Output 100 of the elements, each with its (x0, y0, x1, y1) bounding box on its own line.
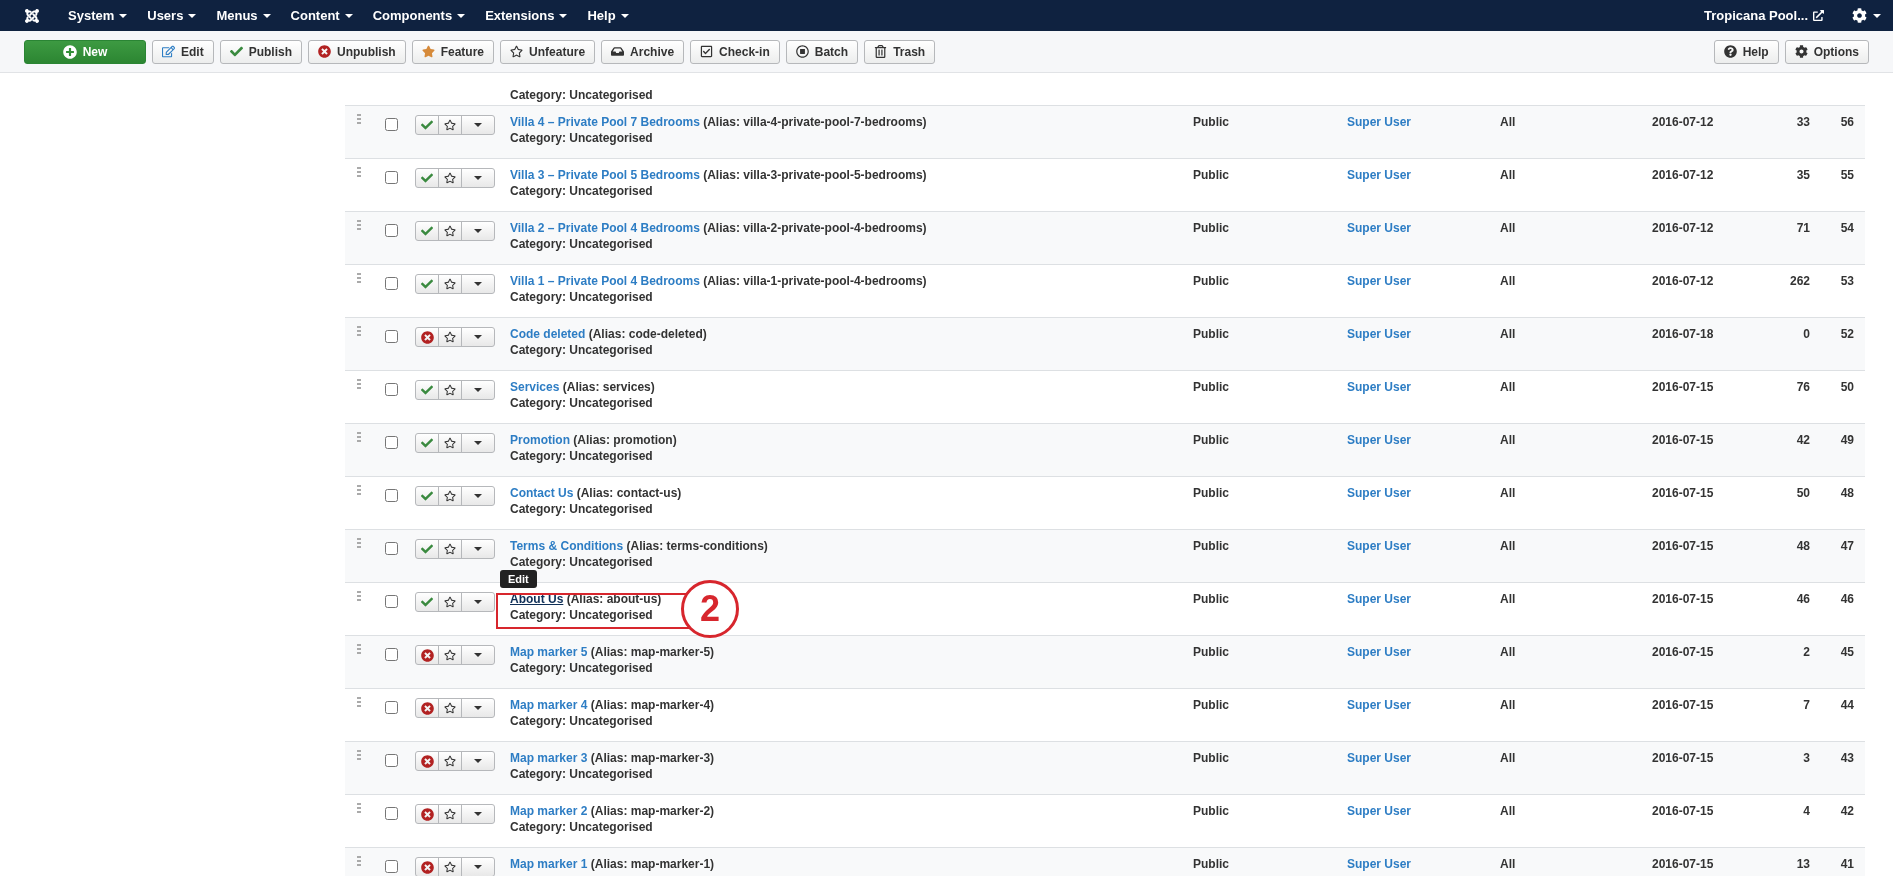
drag-handle[interactable] (357, 273, 361, 284)
drag-handle[interactable] (357, 114, 361, 125)
row-checkbox[interactable] (385, 489, 398, 502)
row-checkbox[interactable] (385, 277, 398, 290)
featured-toggle[interactable] (438, 645, 462, 665)
drag-handle[interactable] (357, 379, 361, 390)
nav-menu[interactable]: Help (587, 8, 629, 23)
article-link[interactable]: Code deleted (510, 327, 586, 341)
featured-toggle[interactable] (438, 380, 462, 400)
featured-toggle[interactable] (438, 539, 462, 559)
article-link[interactable]: Contact Us (510, 486, 574, 500)
featured-toggle[interactable] (438, 804, 462, 824)
nav-menu[interactable]: System (68, 8, 128, 23)
publish-button[interactable]: Publish (219, 39, 302, 64)
site-link[interactable]: Tropicana Pool... (1703, 8, 1824, 23)
author-link[interactable]: Super User (1347, 114, 1412, 158)
drag-handle[interactable] (357, 644, 361, 655)
article-link[interactable]: Villa 3 – Private Pool 5 Bedrooms (510, 168, 700, 182)
featured-toggle[interactable] (438, 857, 462, 876)
featured-toggle[interactable] (438, 592, 462, 612)
row-checkbox[interactable] (385, 807, 398, 820)
featured-toggle[interactable] (438, 486, 462, 506)
author-link[interactable]: Super User (1347, 220, 1412, 264)
published-toggle[interactable] (415, 592, 439, 612)
feature-button[interactable]: Feature (411, 39, 495, 64)
article-link[interactable]: Map marker 3 (510, 751, 588, 765)
settings-icon[interactable] (1852, 8, 1867, 23)
options-button[interactable]: Options (1784, 39, 1869, 64)
drag-handle[interactable] (357, 856, 361, 867)
unpublish-button[interactable]: Unpublish (308, 39, 406, 64)
article-link[interactable]: Terms & Conditions (510, 539, 624, 553)
row-checkbox[interactable] (385, 171, 398, 184)
unpublished-toggle[interactable] (415, 804, 439, 824)
row-checkbox[interactable] (385, 542, 398, 555)
drag-handle[interactable] (357, 750, 361, 761)
archive-button[interactable]: Archive (601, 39, 685, 64)
author-link[interactable]: Super User (1347, 856, 1412, 876)
article-link[interactable]: Services (510, 380, 560, 394)
author-link[interactable]: Super User (1347, 644, 1412, 688)
unfeature-button[interactable]: Unfeature (500, 39, 596, 64)
author-link[interactable]: Super User (1347, 485, 1412, 529)
edit-button[interactable]: Edit (152, 39, 214, 64)
nav-menu[interactable]: Components (372, 8, 466, 23)
published-toggle[interactable] (415, 380, 439, 400)
nav-menu[interactable]: Content (290, 8, 353, 23)
published-toggle[interactable] (415, 433, 439, 453)
row-checkbox[interactable] (385, 648, 398, 661)
unpublished-toggle[interactable] (415, 327, 439, 347)
row-checkbox[interactable] (385, 118, 398, 131)
nav-menu[interactable]: Users (147, 8, 197, 23)
row-checkbox[interactable] (385, 436, 398, 449)
author-link[interactable]: Super User (1347, 697, 1412, 741)
row-checkbox[interactable] (385, 383, 398, 396)
row-checkbox[interactable] (385, 330, 398, 343)
author-link[interactable]: Super User (1347, 803, 1412, 847)
published-toggle[interactable] (415, 486, 439, 506)
author-link[interactable]: Super User (1347, 167, 1412, 211)
article-link[interactable]: Map marker 4 (510, 698, 588, 712)
drag-handle[interactable] (357, 326, 361, 337)
article-link[interactable]: Villa 2 – Private Pool 4 Bedrooms (510, 221, 700, 235)
new-button[interactable]: New (24, 39, 146, 64)
published-toggle[interactable] (415, 539, 439, 559)
published-toggle[interactable] (415, 168, 439, 188)
article-link[interactable]: Villa 4 – Private Pool 7 Bedrooms (510, 115, 700, 129)
published-toggle[interactable] (415, 115, 439, 135)
featured-toggle[interactable] (438, 221, 462, 241)
featured-toggle[interactable] (438, 115, 462, 135)
nav-menu[interactable]: Extensions (485, 8, 568, 23)
article-link[interactable]: Map marker 5 (510, 645, 588, 659)
author-link[interactable]: Super User (1347, 750, 1412, 794)
featured-toggle[interactable] (438, 274, 462, 294)
featured-toggle[interactable] (438, 751, 462, 771)
row-checkbox[interactable] (385, 754, 398, 767)
featured-toggle[interactable] (438, 433, 462, 453)
row-checkbox[interactable] (385, 860, 398, 873)
row-checkbox[interactable] (385, 224, 398, 237)
unpublished-toggle[interactable] (415, 751, 439, 771)
trash-button[interactable]: Trash (864, 39, 936, 64)
unpublished-toggle[interactable] (415, 645, 439, 665)
author-link[interactable]: Super User (1347, 538, 1412, 582)
author-link[interactable]: Super User (1347, 591, 1412, 635)
article-link[interactable]: Promotion (510, 433, 570, 447)
batch-button[interactable]: Batch (785, 39, 859, 64)
nav-menu[interactable]: Menus (216, 8, 271, 23)
article-link[interactable]: Map marker 2 (510, 804, 588, 818)
drag-handle[interactable] (357, 485, 361, 496)
drag-handle[interactable] (357, 697, 361, 708)
article-link[interactable]: Map marker 1 (510, 857, 588, 871)
featured-toggle[interactable] (438, 168, 462, 188)
row-checkbox[interactable] (385, 701, 398, 714)
drag-handle[interactable] (357, 591, 361, 602)
published-toggle[interactable] (415, 274, 439, 294)
row-checkbox[interactable] (385, 595, 398, 608)
drag-handle[interactable] (357, 167, 361, 178)
checkin-button[interactable]: Check-in (690, 39, 780, 64)
help-button[interactable]: Help (1713, 39, 1779, 64)
author-link[interactable]: Super User (1347, 326, 1412, 370)
drag-handle[interactable] (357, 538, 361, 549)
author-link[interactable]: Super User (1347, 273, 1412, 317)
featured-toggle[interactable] (438, 327, 462, 347)
